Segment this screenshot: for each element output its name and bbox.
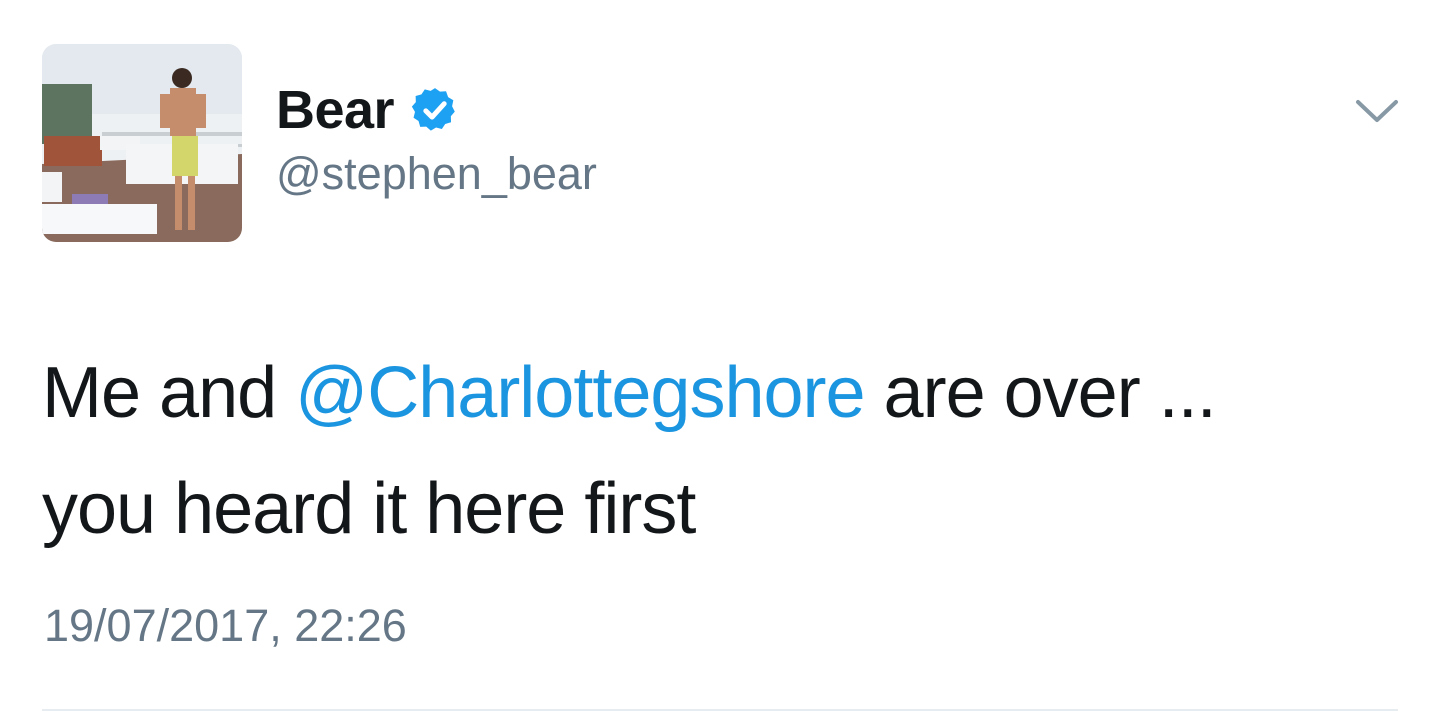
display-name[interactable]: Bear (276, 79, 395, 141)
author-handle[interactable]: @stephen_bear (276, 148, 597, 200)
verified-badge-icon (410, 85, 460, 135)
tweet-timestamp[interactable]: 19/07/2017, 22:26 (44, 600, 407, 652)
tweet: Bear @stephen_bear Me and @Charlottegsho… (0, 0, 1440, 713)
avatar-image (42, 44, 242, 242)
tweet-text: Me and @Charlottegshore are over ... you… (42, 335, 1372, 567)
author-name-row: Bear (276, 80, 460, 140)
tweet-text-before-mention: Me and (42, 353, 296, 433)
chevron-down-icon[interactable] (1352, 94, 1402, 128)
tweet-text-line-1: Me and @Charlottegshore are over ... (42, 335, 1372, 451)
avatar[interactable] (42, 44, 242, 242)
tweet-text-line-2: you heard it here first (42, 469, 696, 549)
mention-link[interactable]: @Charlottegshore (295, 353, 865, 433)
tweet-text-after-mention: are over ... (864, 353, 1217, 433)
divider (42, 709, 1398, 711)
